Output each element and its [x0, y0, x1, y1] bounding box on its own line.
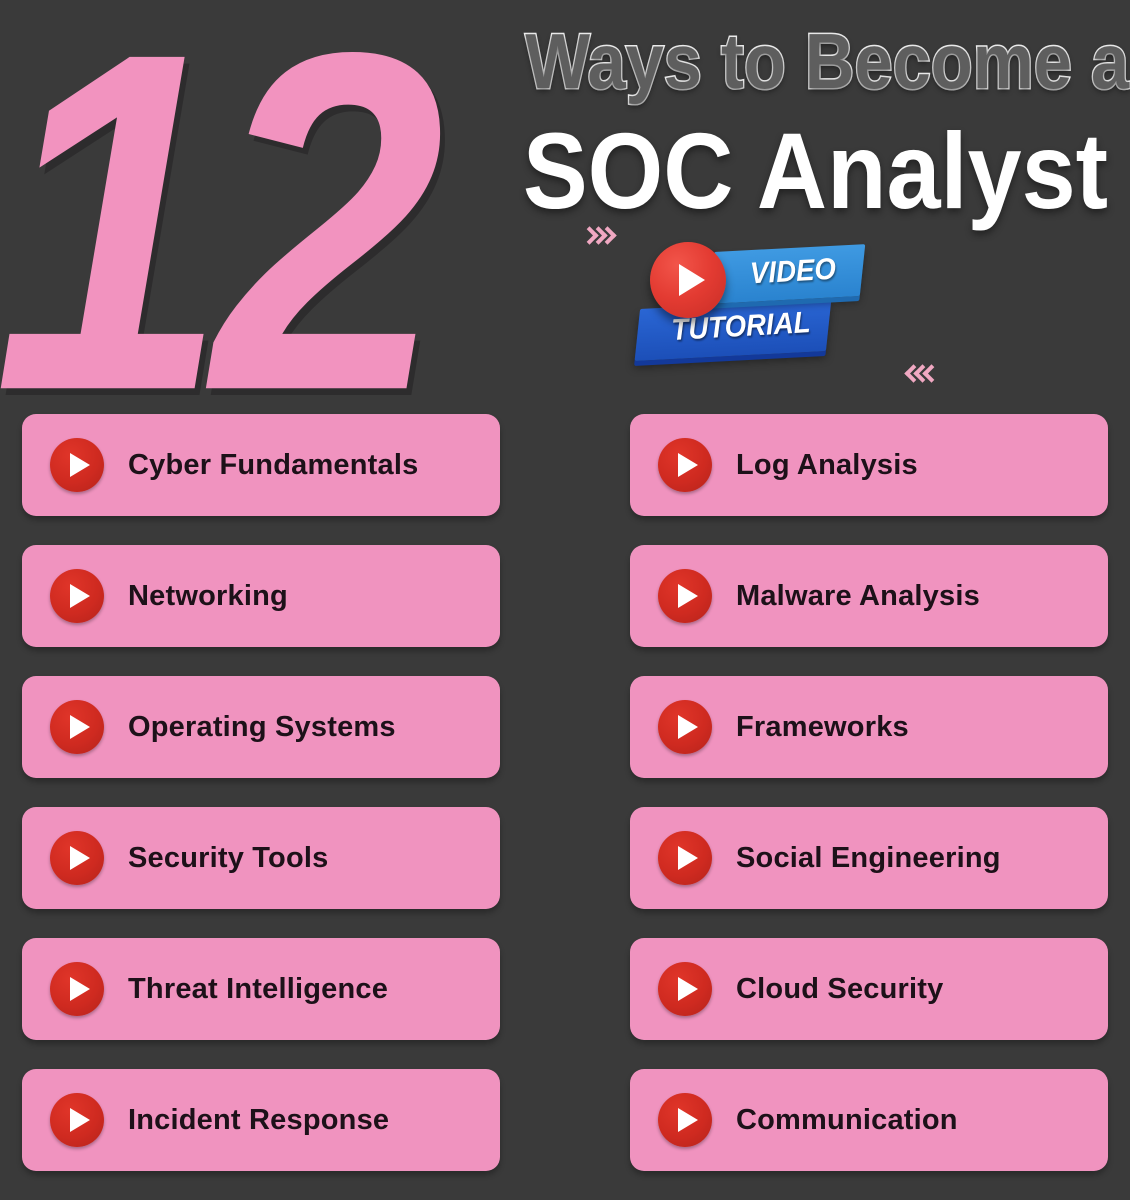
chevrons-left-icon: [906, 364, 933, 384]
topic-item[interactable]: Security Tools: [22, 807, 500, 909]
play-triangle-icon: [678, 584, 698, 608]
chevrons-right-icon: [582, 226, 609, 246]
play-icon[interactable]: [658, 438, 712, 492]
play-triangle-icon: [678, 715, 698, 739]
topic-item[interactable]: Social Engineering: [630, 807, 1108, 909]
headline-title: SOC Analyst: [522, 110, 1108, 231]
play-triangle-icon: [70, 1108, 90, 1132]
play-triangle-icon: [678, 846, 698, 870]
play-triangle-icon: [70, 846, 90, 870]
infographic-header: 12 Ways to Become a SOC Analyst VIDEO TU…: [0, 0, 1130, 463]
play-triangle-icon: [678, 453, 698, 477]
play-icon[interactable]: [50, 438, 104, 492]
play-icon[interactable]: [50, 831, 104, 885]
topic-label: Networking: [128, 579, 288, 612]
topic-label: Log Analysis: [736, 448, 918, 481]
play-icon[interactable]: [658, 831, 712, 885]
play-icon[interactable]: [658, 962, 712, 1016]
headline-count: 12: [0, 0, 444, 492]
play-triangle-icon: [70, 715, 90, 739]
topic-label: Cloud Security: [736, 972, 944, 1005]
topic-label: Security Tools: [128, 841, 329, 874]
topic-label: Threat Intelligence: [128, 972, 389, 1005]
play-triangle-icon: [679, 264, 705, 296]
topic-item[interactable]: Frameworks: [630, 676, 1108, 778]
chevron-right-icon: [600, 226, 611, 246]
play-icon[interactable]: [658, 700, 712, 754]
topic-item[interactable]: Incident Response: [22, 1069, 500, 1171]
chevron-left-icon: [924, 364, 935, 384]
topic-label: Malware Analysis: [736, 579, 980, 612]
play-icon[interactable]: [650, 242, 726, 318]
topics-column-right: Log Analysis Malware Analysis Frameworks…: [630, 414, 1110, 1200]
play-icon[interactable]: [50, 569, 104, 623]
play-icon[interactable]: [50, 1093, 104, 1147]
play-triangle-icon: [70, 977, 90, 1001]
play-icon[interactable]: [50, 700, 104, 754]
play-icon[interactable]: [50, 962, 104, 1016]
video-tutorial-badge[interactable]: VIDEO TUTORIAL: [634, 240, 890, 380]
play-triangle-icon: [70, 584, 90, 608]
topic-item[interactable]: Networking: [22, 545, 500, 647]
topic-item[interactable]: Malware Analysis: [630, 545, 1108, 647]
topic-label: Social Engineering: [736, 841, 1001, 874]
headline-subtitle: Ways to Become a: [524, 17, 1130, 105]
play-icon[interactable]: [658, 569, 712, 623]
play-triangle-icon: [678, 977, 698, 1001]
topic-label: Incident Response: [128, 1103, 390, 1136]
topic-item[interactable]: Operating Systems: [22, 676, 500, 778]
topic-label: Operating Systems: [128, 710, 396, 743]
topics-column-left: Cyber Fundamentals Networking Operating …: [22, 414, 502, 1200]
topic-item[interactable]: Cloud Security: [630, 938, 1108, 1040]
play-triangle-icon: [70, 453, 90, 477]
topic-label: Frameworks: [736, 710, 909, 743]
play-icon[interactable]: [658, 1093, 712, 1147]
topic-label: Cyber Fundamentals: [128, 448, 419, 481]
topic-label: Communication: [736, 1103, 958, 1136]
topic-item[interactable]: Log Analysis: [630, 414, 1108, 516]
topic-item[interactable]: Threat Intelligence: [22, 938, 500, 1040]
topic-item[interactable]: Cyber Fundamentals: [22, 414, 500, 516]
topic-item[interactable]: Communication: [630, 1069, 1108, 1171]
play-triangle-icon: [678, 1108, 698, 1132]
